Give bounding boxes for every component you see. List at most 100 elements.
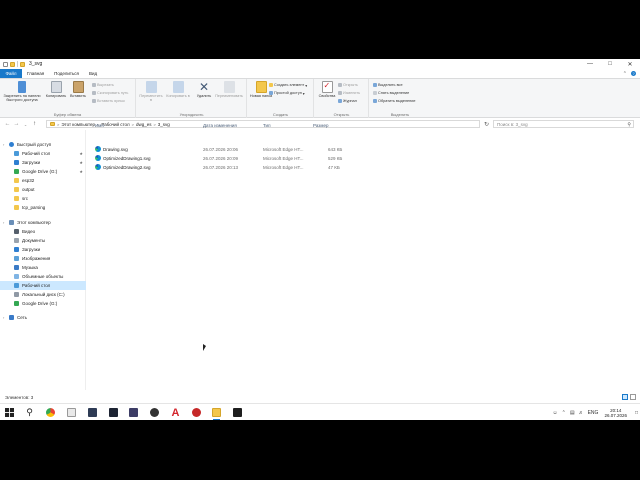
people-icon[interactable]: ☺ xyxy=(553,410,558,416)
column-name[interactable]: Имя xyxy=(95,121,104,129)
file-type: Microsoft Edge HT... xyxy=(263,146,304,152)
nav-this-pc[interactable]: Этот компьютер xyxy=(0,218,86,227)
nav-quick-downloads[interactable]: Загрузки ★ xyxy=(0,158,86,167)
taskbar-app-vs[interactable] xyxy=(127,406,140,419)
organize-group-label: Упорядочить xyxy=(179,112,204,117)
up-button[interactable]: ↑ xyxy=(30,120,39,129)
edge-file-icon xyxy=(95,146,101,152)
edit-button[interactable]: Изменить xyxy=(338,90,360,96)
new-folder-icon[interactable] xyxy=(10,61,15,67)
delete-button[interactable]: ✕ Удалить xyxy=(192,81,216,98)
copy-path-button[interactable]: Скопировать путь xyxy=(92,90,128,96)
group-select: Выделить все Снять выделение Обратить вы… xyxy=(370,79,430,118)
collapse-ribbon-icon[interactable]: ⌃ xyxy=(623,71,627,77)
lang-indicator[interactable]: ENG xyxy=(588,410,599,416)
taskbar-explorer[interactable] xyxy=(210,406,223,420)
recent-locations-button[interactable]: ⌄ xyxy=(21,120,30,129)
start-button[interactable] xyxy=(3,406,16,419)
paste-button[interactable]: Вставить xyxy=(66,81,90,98)
nav-quick-tcp-parsing[interactable]: tcp_parsing xyxy=(0,203,86,212)
history-button[interactable]: Журнал xyxy=(338,98,357,104)
search-taskbar-button[interactable]: ⚲ xyxy=(23,406,36,419)
taskbar-file-manager[interactable] xyxy=(65,406,78,419)
nav-quick-esp32[interactable]: esp32 xyxy=(0,176,86,185)
crumb-3-svg[interactable]: 3_svg xyxy=(158,122,170,127)
nav-pc-pictures[interactable]: Изображения xyxy=(0,254,86,263)
help-icon[interactable]: ? xyxy=(631,71,636,76)
nav-pc-3d-objects[interactable]: Объемные объекты xyxy=(0,272,86,281)
taskbar-app-brain[interactable] xyxy=(148,406,161,419)
column-type[interactable]: Тип xyxy=(263,121,271,129)
crumb-desktop[interactable]: Рабочий стол xyxy=(101,122,129,127)
minimize-button[interactable]: — xyxy=(580,59,600,69)
invert-selection-button[interactable]: Обратить выделение xyxy=(373,98,416,104)
properties-button[interactable]: ✓ Свойства xyxy=(315,81,339,98)
file-row[interactable]: Drawing.svg 26.07.2026 20:06 Microsoft E… xyxy=(92,145,343,153)
desktop-icon xyxy=(14,283,19,288)
paste-icon xyxy=(72,81,84,93)
rename-button[interactable]: Переименовать xyxy=(215,81,243,98)
paste-shortcut-button[interactable]: Вставить ярлык xyxy=(92,98,125,104)
tab-view[interactable]: Вид xyxy=(84,69,102,78)
taskbar-autocad[interactable]: A xyxy=(169,406,182,419)
large-icons-view-icon[interactable] xyxy=(630,394,636,400)
move-to-button[interactable]: Переместить в xyxy=(139,81,163,102)
tab-share[interactable]: Поделиться xyxy=(49,69,84,78)
notifications-icon[interactable]: □ xyxy=(635,410,638,416)
new-item-button[interactable]: Создать элемент ▾ xyxy=(269,82,307,88)
nav-pc-desktop[interactable]: Рабочий стол xyxy=(0,281,86,290)
crumb-separator: > xyxy=(153,121,156,127)
pin-quick-access-button[interactable]: Закрепить на панели быстрого доступа xyxy=(2,81,42,102)
cut-button[interactable]: Вырезать xyxy=(92,82,114,88)
column-date[interactable]: Дата изменения xyxy=(203,121,237,129)
nav-quick-google-drive[interactable]: Google Drive (G:) ★ xyxy=(0,167,86,176)
nav-this-pc-label: Этот компьютер xyxy=(17,220,51,225)
nav-pc-google-drive[interactable]: Google Drive (G:) xyxy=(0,299,86,308)
easy-access-label: Простой доступ xyxy=(274,91,302,95)
network-tray-icon[interactable]: ▤ xyxy=(570,410,575,416)
nav-quick-output[interactable]: output xyxy=(0,185,86,194)
details-view-icon[interactable] xyxy=(622,394,628,400)
tab-home[interactable]: Главная xyxy=(22,69,49,78)
file-name-cell: Drawing.svg xyxy=(95,145,128,153)
volume-icon[interactable]: ♬ xyxy=(579,410,584,416)
easy-access-button[interactable]: Простой доступ ▾ xyxy=(269,90,305,96)
move-to-label: Переместить в xyxy=(139,94,163,103)
nav-quick-access[interactable]: Быстрый доступ xyxy=(0,140,86,149)
nav-pc-documents[interactable]: Документы xyxy=(0,236,86,245)
tab-file[interactable]: Файл xyxy=(0,69,22,78)
refresh-button[interactable]: ↻ xyxy=(482,120,491,128)
nav-pc-video[interactable]: Видео xyxy=(0,227,86,236)
downloads-icon xyxy=(14,160,19,165)
nav-quick-src[interactable]: src xyxy=(0,194,86,203)
select-all-button[interactable]: Выделить все xyxy=(373,82,403,88)
nav-pc-music[interactable]: Музыка xyxy=(0,263,86,272)
maximize-button[interactable]: □ xyxy=(600,59,620,69)
clock[interactable]: 20:14 26.07.2026 xyxy=(604,408,627,418)
copy-button[interactable]: Копировать xyxy=(44,81,68,98)
column-size[interactable]: Размер xyxy=(313,121,328,129)
open-button[interactable]: Открыть xyxy=(338,82,358,88)
nav-pc-local-disk[interactable]: Локальный диск (C:) xyxy=(0,290,86,299)
taskbar-app-red[interactable] xyxy=(190,406,203,419)
show-hidden-icons[interactable]: ⌃ xyxy=(562,410,566,416)
taskbar-app-vk[interactable] xyxy=(86,406,99,419)
properties-icon[interactable] xyxy=(3,61,8,67)
file-row[interactable]: OptimizedDrawing1.svg 26.07.2026 20:09 M… xyxy=(92,154,343,162)
nav-network[interactable]: Сеть xyxy=(0,313,86,322)
nav-pc-downloads[interactable]: Загрузки xyxy=(0,245,86,254)
copy-to-button[interactable]: Копировать в xyxy=(166,81,190,98)
file-row[interactable]: OptimizedDrawing2.svg 26.07.2026 20:13 M… xyxy=(92,163,343,171)
back-button[interactable]: ← xyxy=(3,120,12,129)
search-input[interactable]: Поиск в: 3_svg ⚲ xyxy=(493,120,634,128)
taskbar-terminal[interactable] xyxy=(231,406,244,419)
nav-quick-desktop[interactable]: Рабочий стол ★ xyxy=(0,149,86,158)
taskbar-chrome[interactable] xyxy=(44,406,57,419)
crumb-this-pc[interactable]: Этот компьютер xyxy=(61,122,95,127)
select-none-button[interactable]: Снять выделение xyxy=(373,90,409,96)
forward-button[interactable]: → xyxy=(12,120,21,129)
taskbar-app-ax[interactable] xyxy=(107,406,120,419)
crumb-dwg-es[interactable]: dwg_es xyxy=(136,122,152,127)
close-button[interactable]: ✕ xyxy=(620,59,640,69)
search-placeholder: Поиск в: 3_svg xyxy=(497,121,528,127)
